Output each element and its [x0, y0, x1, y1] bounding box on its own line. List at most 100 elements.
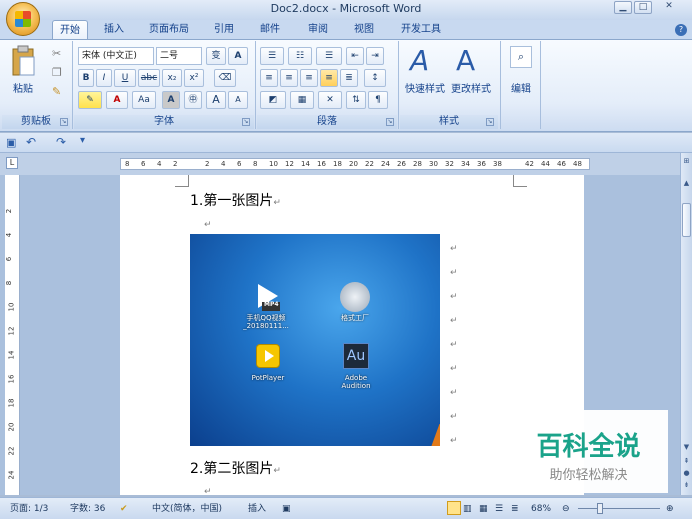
status-insert-mode[interactable]: 插入	[248, 502, 266, 516]
tab-review[interactable]: 审阅	[300, 20, 336, 40]
full-screen-reading-icon[interactable]: ▥	[463, 502, 472, 516]
clear-format-icon[interactable]: ⌫	[214, 69, 236, 87]
zoom-slider[interactable]	[578, 508, 660, 509]
scroll-up-icon[interactable]: ▲	[681, 177, 692, 189]
heading-second-image[interactable]: 2.第二张图片↵	[190, 458, 281, 478]
align-center-icon[interactable]: ≡	[280, 69, 298, 87]
ruler-tick: 26	[397, 160, 406, 168]
status-zoom-level[interactable]: 68%	[531, 502, 551, 516]
vertical-scrollbar[interactable]: ⊞ ▲ ▼ ⇞ ● ⇟	[680, 153, 692, 495]
status-language[interactable]: 中文(简体，中国)	[152, 502, 222, 516]
quick-styles-button[interactable]: 快速样式	[402, 80, 448, 95]
zoom-slider-thumb[interactable]	[597, 503, 603, 514]
paste-icon[interactable]	[8, 45, 38, 79]
tab-insert[interactable]: 插入	[96, 20, 132, 40]
draft-view-icon[interactable]: ≣	[511, 502, 519, 516]
strikethrough-button[interactable]: abc	[138, 69, 160, 87]
multilevel-list-icon[interactable]: ☰	[316, 47, 342, 65]
vertical-ruler[interactable]: 2 4 6 8 10 12 14 16 18 20 22 24	[5, 175, 20, 495]
ruler-tick: 42	[525, 160, 534, 168]
scroll-down-icon[interactable]: ▼	[681, 441, 692, 453]
change-case-button[interactable]: Aa	[132, 91, 156, 109]
show-marks-icon[interactable]: ¶	[368, 91, 388, 109]
help-icon[interactable]: ?	[675, 24, 687, 36]
change-styles-icon[interactable]: A	[456, 44, 475, 77]
align-right-icon[interactable]: ≡	[300, 69, 318, 87]
desktop-screenshot-image[interactable]: MP4 手机QQ视频 _20180111... 格式工厂 PotPlayer A…	[190, 234, 440, 446]
status-word-count[interactable]: 字数: 36	[70, 502, 105, 516]
zoom-in-icon[interactable]: ⊕	[666, 502, 674, 516]
find-binoculars-icon[interactable]: ⌕	[510, 46, 532, 68]
chinese-layout-icon[interactable]: ✕	[318, 91, 342, 109]
tab-developer[interactable]: 开发工具	[394, 20, 448, 40]
tab-view[interactable]: 视图	[346, 20, 382, 40]
tab-references[interactable]: 引用	[206, 20, 242, 40]
superscript-button[interactable]: x²	[184, 69, 204, 87]
cut-icon[interactable]: ✂	[52, 47, 61, 60]
highlight-icon[interactable]: ✎	[78, 91, 102, 109]
redo-icon[interactable]: ↷	[56, 135, 66, 149]
distributed-icon[interactable]: ≣	[340, 69, 358, 87]
print-layout-icon[interactable]	[447, 501, 461, 515]
proofing-icon[interactable]: ✔	[120, 502, 128, 516]
zoom-out-icon[interactable]: ⊖	[562, 502, 570, 516]
shrink-font-button[interactable]: A	[228, 91, 248, 109]
heading-first-image[interactable]: 1.第一张图片↵	[190, 190, 281, 210]
change-styles-button[interactable]: 更改样式	[448, 80, 494, 95]
line-spacing-icon[interactable]: ↕	[364, 69, 386, 87]
ruler-toggle-icon[interactable]: ⊞	[681, 155, 692, 167]
tab-home[interactable]: 开始	[52, 20, 88, 40]
save-icon[interactable]: ▣	[6, 136, 16, 149]
shading-icon[interactable]: ◩	[260, 91, 286, 109]
quick-styles-icon[interactable]: A	[410, 44, 429, 77]
clipboard-launcher-icon[interactable]: ↘	[60, 118, 68, 126]
subscript-button[interactable]: x₂	[162, 69, 182, 87]
web-layout-icon[interactable]: ▦	[479, 502, 488, 516]
decrease-indent-icon[interactable]: ⇤	[346, 47, 364, 65]
outline-view-icon[interactable]: ☰	[495, 502, 503, 516]
styles-launcher-icon[interactable]: ↘	[486, 118, 494, 126]
status-page[interactable]: 页面: 1/3	[10, 502, 48, 516]
align-left-icon[interactable]: ≡	[260, 69, 278, 87]
customize-qat-icon[interactable]: ▾	[80, 135, 85, 146]
format-painter-icon[interactable]: ✎	[52, 85, 61, 98]
paragraph-launcher-icon[interactable]: ↘	[386, 118, 394, 126]
font-name-combo[interactable]: 宋体 (中文正)	[78, 47, 154, 65]
font-color-icon[interactable]: A	[106, 91, 128, 109]
close-button[interactable]: ✕	[660, 1, 678, 14]
copy-icon[interactable]: ❐	[52, 66, 62, 79]
next-page-icon[interactable]: ⇟	[681, 479, 692, 491]
enclose-char-icon[interactable]: ㊥	[184, 91, 202, 109]
browse-object-icon[interactable]: ●	[681, 467, 692, 479]
borders-icon[interactable]: ▦	[290, 91, 314, 109]
minimize-button[interactable]: ▁	[614, 1, 632, 14]
tab-selector-icon[interactable]: L	[6, 157, 18, 169]
bold-button[interactable]: B	[78, 69, 94, 87]
paste-button[interactable]: 粘贴	[8, 80, 38, 95]
macro-record-icon[interactable]: ▣	[282, 502, 291, 516]
maximize-button[interactable]: □	[634, 1, 652, 14]
font-size-combo[interactable]: 二号	[156, 47, 202, 65]
horizontal-ruler[interactable]: 8 6 4 2 2 4 6 8 10 12 14 16 18 20 22 24 26 28 30 32 34 36 38 42…	[120, 158, 590, 170]
font-launcher-icon[interactable]: ↘	[242, 118, 250, 126]
numbering-icon[interactable]: ☷	[288, 47, 312, 65]
previous-page-icon[interactable]: ⇞	[681, 455, 692, 467]
increase-indent-icon[interactable]: ⇥	[366, 47, 384, 65]
char-shading-icon[interactable]: A	[162, 91, 180, 109]
editing-button[interactable]: 编辑	[502, 80, 540, 95]
scroll-thumb[interactable]	[682, 203, 691, 237]
char-border-button[interactable]: A	[228, 47, 248, 65]
underline-button[interactable]: U	[114, 69, 136, 87]
undo-icon[interactable]: ↶	[26, 135, 36, 149]
sort-icon[interactable]: ⇅	[346, 91, 366, 109]
ruler-tick: 2	[205, 160, 210, 168]
ruler-tick: 22	[365, 160, 374, 168]
tab-page-layout[interactable]: 页面布局	[142, 20, 196, 40]
grow-font-button[interactable]: A	[206, 91, 226, 109]
justify-icon[interactable]: ≡	[320, 69, 338, 87]
italic-button[interactable]: I	[96, 69, 112, 87]
bullets-icon[interactable]: ☰	[260, 47, 284, 65]
tab-mailings[interactable]: 邮件	[252, 20, 288, 40]
office-button[interactable]	[6, 2, 40, 36]
phonetic-guide-button[interactable]: 变	[206, 47, 226, 65]
